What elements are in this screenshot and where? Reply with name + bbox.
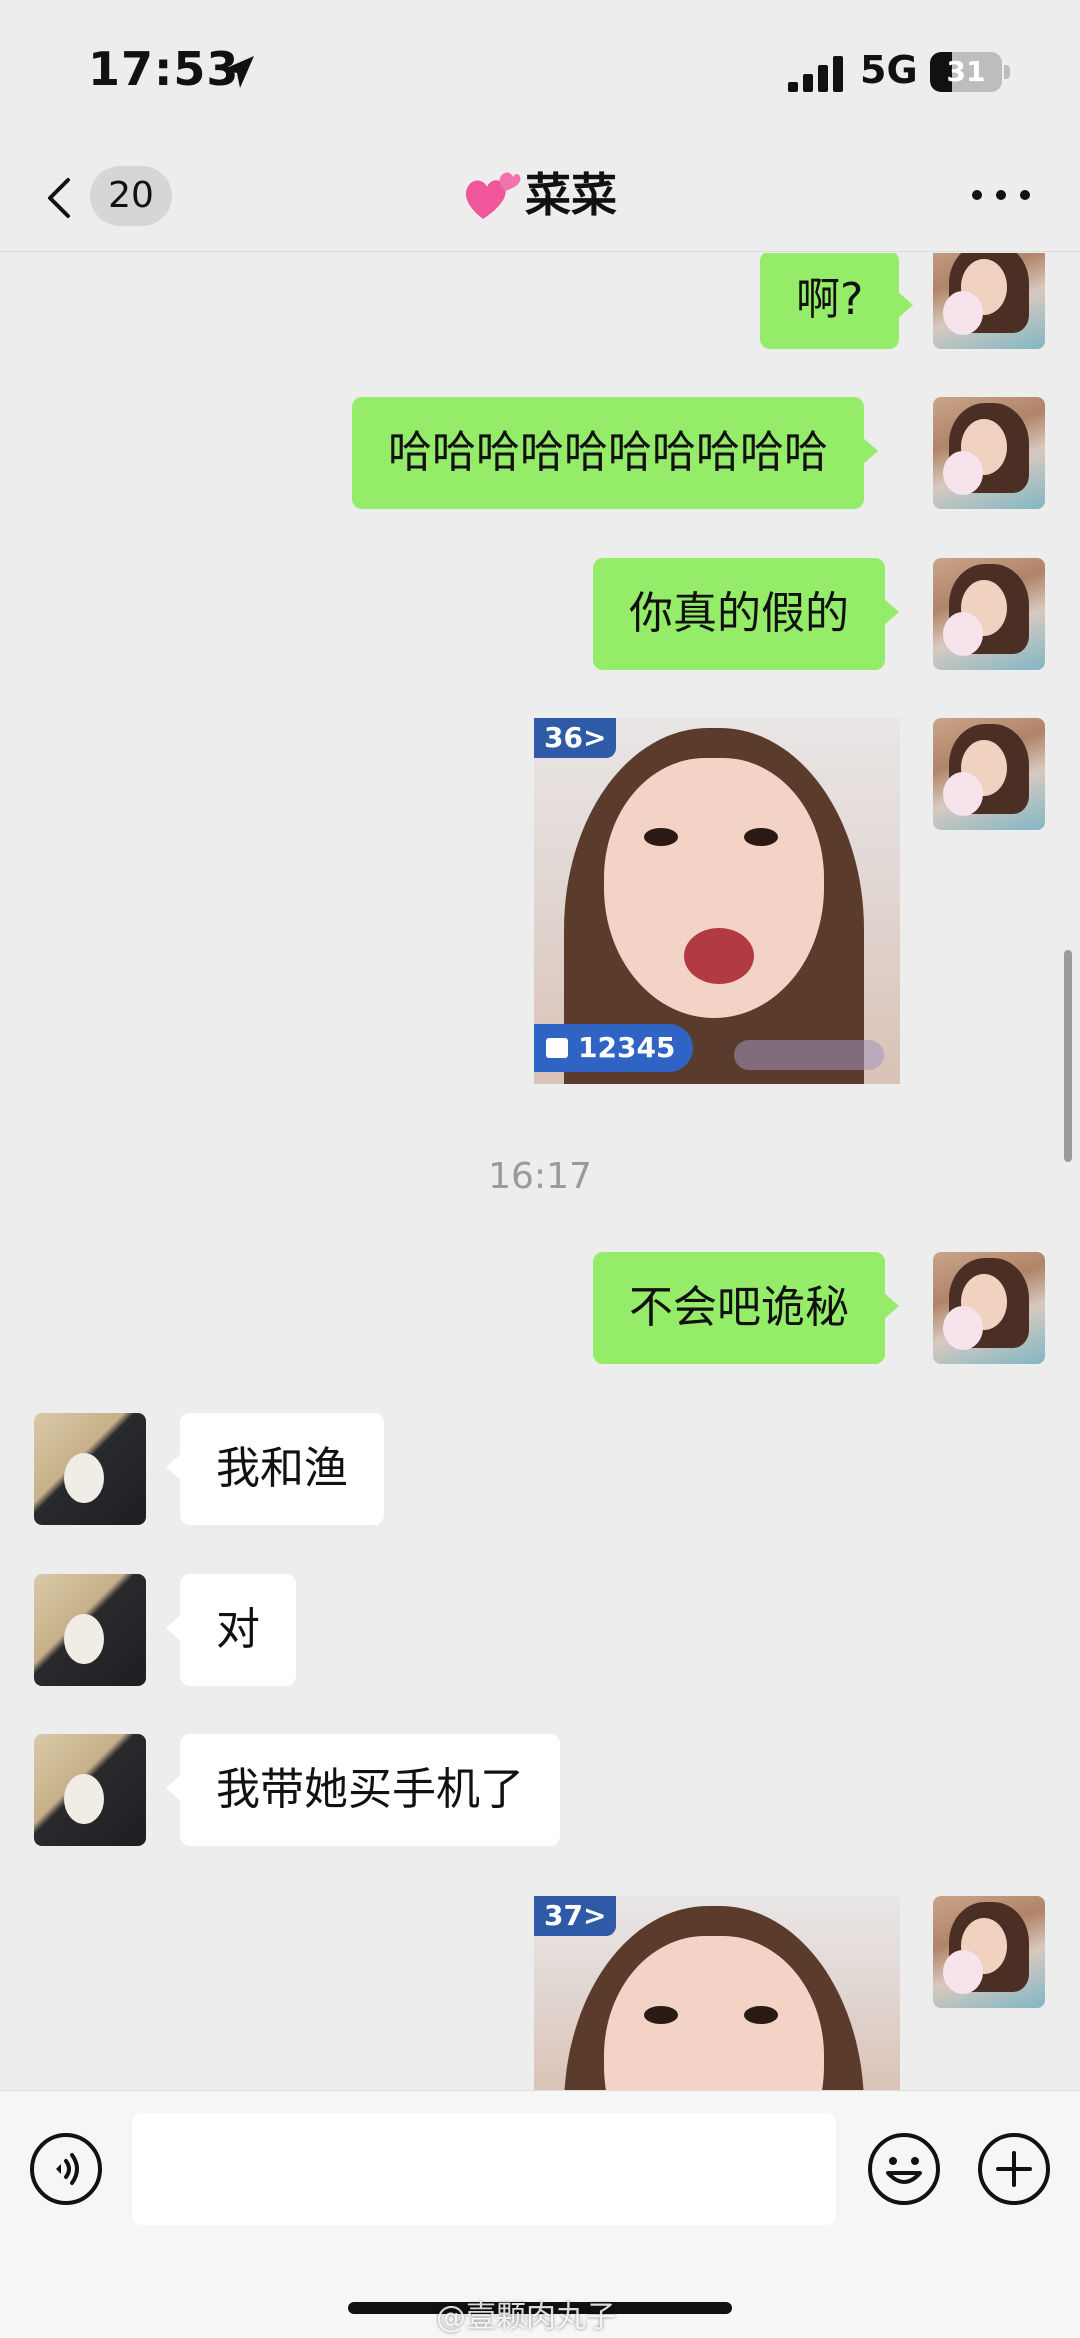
contact-avatar[interactable] [34,1574,146,1686]
more-options-button[interactable] [972,180,1032,210]
message-bubble-received[interactable]: 对 [166,1574,296,1686]
my-avatar[interactable] [933,718,1045,830]
my-avatar[interactable] [933,1896,1045,2008]
message-bubble-sent[interactable]: 哈哈哈哈哈哈哈哈哈哈 [352,397,878,509]
status-time: 17:53 [88,42,240,96]
image-message[interactable]: 37> [534,1896,900,2090]
message-bubble-sent[interactable]: 你真的假的 [593,558,899,670]
watermark: @壹颗肉丸子 [436,2300,616,2335]
battery-percent: 31 [946,55,986,88]
image-tag: 37> [534,1896,617,1936]
my-avatar[interactable] [933,1252,1045,1364]
message-timestamp: 16:17 [488,1156,592,1197]
chat-header: 20 菜菜 [0,140,1080,252]
message-bubble-received[interactable]: 我带她买手机了 [166,1734,560,1846]
message-bubble-sent[interactable]: 啊? [760,253,914,349]
message-bubble-received[interactable]: 我和渔 [166,1413,384,1525]
my-avatar[interactable] [933,253,1045,349]
image-tag: 36> [534,718,617,758]
plus-icon[interactable] [976,2131,1052,2207]
my-avatar[interactable] [933,558,1045,670]
status-bar: 17:53 5G 31 [0,0,1080,140]
chat-title: 菜菜 [0,160,1080,230]
message-bubble-sent[interactable]: 不会吧诡秘 [593,1252,899,1364]
message-input[interactable] [132,2113,836,2225]
my-avatar[interactable] [933,397,1045,509]
battery-indicator: 31 [930,52,1010,92]
emoji-icon[interactable] [866,2131,942,2207]
chat-title-text: 菜菜 [525,168,617,222]
two-hearts-icon [465,171,521,219]
signal-icon [788,56,843,92]
network-type: 5G [860,48,918,92]
image-counter: 12345 [534,1024,694,1072]
contact-avatar[interactable] [34,1734,146,1846]
scrollbar[interactable] [1064,950,1072,1162]
image-message[interactable]: 36> 12345 [534,718,900,1084]
message-list[interactable]: 啊? 哈哈哈哈哈哈哈哈哈哈 你真的假的 36> 12345 16:17 不会吧诡… [0,253,1080,2090]
location-arrow-icon [222,56,254,88]
voice-icon[interactable] [28,2131,104,2207]
contact-avatar[interactable] [34,1413,146,1525]
